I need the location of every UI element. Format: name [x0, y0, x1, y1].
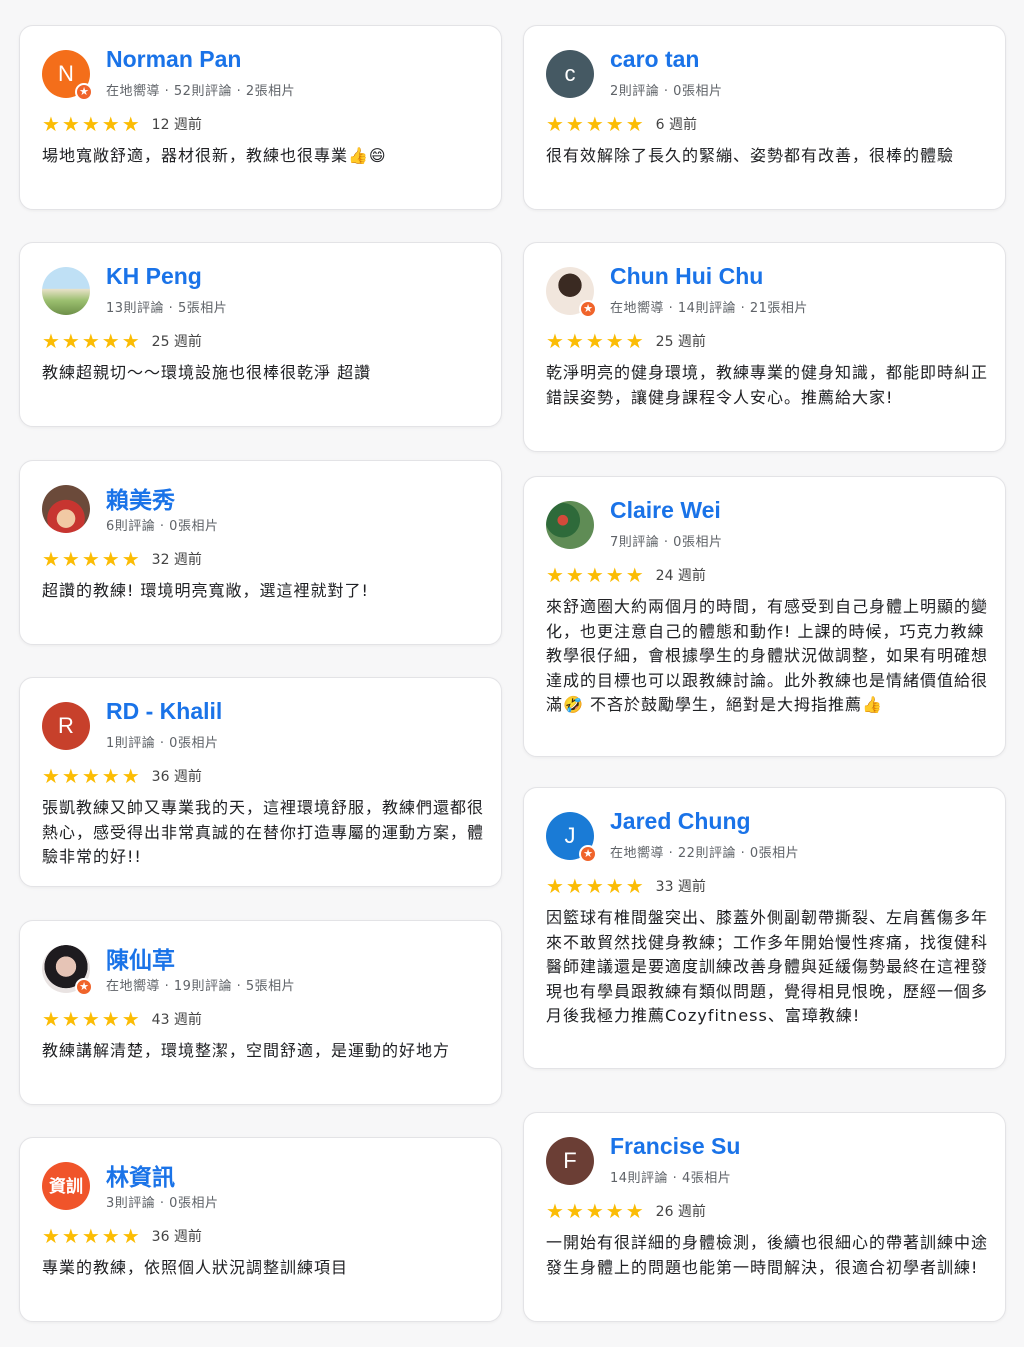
avatar-initial: N — [58, 61, 74, 86]
review-text: 因籃球有椎間盤突出、膝蓋外側副韌帶撕裂、左肩舊傷多年來不敢貿然找健身教練；工作多… — [546, 908, 989, 1025]
reviewer-name[interactable]: Francise Su — [610, 1133, 740, 1160]
review-card: J ★ Jared Chung 在地嚮導 · 22則評論 · 0張相片 ★★★★… — [523, 787, 1006, 1069]
reviewer-meta: 在地嚮導 · 22則評論 · 0張相片 — [610, 846, 800, 861]
reviewer-meta: 1則評論 · 0張相片 — [106, 736, 219, 751]
review-time: 6 週前 — [655, 117, 698, 133]
review-text: 一開始有很詳細的身體檢測，後續也很細心的帶著訓練中途發生身體上的問題也能第一時間… — [546, 1233, 989, 1277]
reviewer-name[interactable]: Norman Pan — [106, 46, 241, 73]
reviewer-name[interactable]: 陳仙草 — [106, 941, 175, 975]
review-time: 12 週前 — [151, 117, 202, 133]
reviewer-meta: 2則評論 · 0張相片 — [610, 84, 723, 99]
reviewer-name[interactable]: Jared Chung — [610, 808, 751, 835]
star-rating-icon: ★★★★★ — [546, 563, 646, 587]
rating-row: ★★★★★ 26 週前 — [546, 1199, 706, 1223]
reviewer-name[interactable]: 賴美秀 — [106, 481, 175, 515]
local-guide-badge-icon: ★ — [579, 845, 597, 863]
star-rating-icon: ★★★★★ — [42, 547, 142, 571]
review-time: 33 週前 — [655, 879, 706, 895]
reviewer-avatar[interactable]: N ★ — [42, 50, 93, 101]
reviewer-name[interactable]: caro tan — [610, 46, 699, 73]
avatar-initial: 資訓 — [49, 1176, 83, 1196]
star-rating-icon: ★★★★★ — [42, 1224, 142, 1248]
reviewer-avatar[interactable] — [546, 501, 594, 549]
rating-row: ★★★★★ 25 週前 — [42, 329, 202, 353]
review-time: 43 週前 — [151, 1012, 202, 1028]
review-text: 張凱教練又帥又專業我的天，這裡環境舒服，教練們還都很熱心，感受得出非常真誠的在替… — [42, 798, 485, 866]
rating-row: ★★★★★ 36 週前 — [42, 764, 202, 788]
review-text: 乾淨明亮的健身環境，教練專業的健身知識，都能即時糾正錯誤姿勢，讓健身課程令人安心… — [546, 363, 989, 407]
rating-row: ★★★★★ 12 週前 — [42, 112, 202, 136]
review-card: 資訓 林資訊 3則評論 · 0張相片 ★★★★★ 36 週前 專業的教練，依照個… — [19, 1137, 502, 1322]
review-time: 25 週前 — [151, 334, 202, 350]
reviewer-meta: 在地嚮導 · 52則評論 · 2張相片 — [106, 84, 296, 99]
review-card: N ★ Norman Pan 在地嚮導 · 52則評論 · 2張相片 ★★★★★… — [19, 25, 502, 210]
reviewer-avatar[interactable]: ★ — [546, 267, 597, 318]
review-text: 專業的教練，依照個人狀況調整訓練項目 — [42, 1258, 349, 1277]
review-time: 32 週前 — [151, 552, 202, 568]
rating-row: ★★★★★ 25 週前 — [546, 329, 706, 353]
rating-row: ★★★★★ 36 週前 — [42, 1224, 202, 1248]
star-rating-icon: ★★★★★ — [546, 874, 646, 898]
reviewer-meta: 6則評論 · 0張相片 — [106, 519, 219, 534]
reviewer-avatar[interactable]: ★ — [42, 945, 93, 996]
reviewer-avatar[interactable]: 資訓 — [42, 1162, 90, 1210]
reviewer-meta: 在地嚮導 · 19則評論 · 5張相片 — [106, 979, 296, 994]
reviewer-name[interactable]: Chun Hui Chu — [610, 263, 763, 290]
reviewer-name[interactable]: 林資訊 — [106, 1158, 175, 1192]
reviewer-meta: 14則評論 · 4張相片 — [610, 1171, 732, 1186]
review-time: 36 週前 — [151, 769, 202, 785]
reviewer-meta: 3則評論 · 0張相片 — [106, 1196, 219, 1211]
reviewer-meta: 13則評論 · 5張相片 — [106, 301, 228, 316]
star-rating-icon: ★★★★★ — [42, 764, 142, 788]
review-text: 教練超親切～～環境設施也很棒很乾淨 超讚 — [42, 363, 372, 382]
reviewer-meta: 7則評論 · 0張相片 — [610, 535, 723, 550]
review-time: 26 週前 — [655, 1204, 706, 1220]
rating-row: ★★★★★ 24 週前 — [546, 563, 706, 587]
star-rating-icon: ★★★★★ — [546, 329, 646, 353]
review-time: 36 週前 — [151, 1229, 202, 1245]
avatar-initial: c — [564, 61, 576, 86]
star-rating-icon: ★★★★★ — [42, 112, 142, 136]
review-card: ★ 陳仙草 在地嚮導 · 19則評論 · 5張相片 ★★★★★ 43 週前 教練… — [19, 920, 502, 1105]
review-text: 場地寬敞舒適，器材很新，教練也很專業👍😄 — [42, 146, 387, 165]
reviewer-name[interactable]: Claire Wei — [610, 497, 721, 524]
reviewer-name[interactable]: KH Peng — [106, 263, 202, 290]
local-guide-badge-icon: ★ — [75, 83, 93, 101]
review-text: 很有效解除了長久的緊繃、姿勢都有改善，很棒的體驗 — [546, 146, 955, 165]
reviewer-avatar[interactable]: R — [42, 702, 90, 750]
reviewer-avatar[interactable] — [42, 267, 90, 315]
star-rating-icon: ★★★★★ — [546, 1199, 646, 1223]
review-card: 賴美秀 6則評論 · 0張相片 ★★★★★ 32 週前 超讚的教練! 環境明亮寬… — [19, 460, 502, 645]
reviewer-meta: 在地嚮導 · 14則評論 · 21張相片 — [610, 301, 808, 316]
rating-row: ★★★★★ 33 週前 — [546, 874, 706, 898]
review-card: KH Peng 13則評論 · 5張相片 ★★★★★ 25 週前 教練超親切～～… — [19, 242, 502, 427]
reviewer-avatar[interactable]: J ★ — [546, 812, 597, 863]
rating-row: ★★★★★ 32 週前 — [42, 547, 202, 571]
rating-row: ★★★★★ 6 週前 — [546, 112, 697, 136]
review-card: F Francise Su 14則評論 · 4張相片 ★★★★★ 26 週前 一… — [523, 1112, 1006, 1322]
review-text: 來舒適圈大約兩個月的時間，有感受到自己身體上明顯的變化，也更注意自己的體態和動作… — [546, 597, 989, 714]
reviewer-avatar[interactable]: F — [546, 1137, 594, 1185]
avatar-initial: F — [563, 1148, 577, 1173]
star-rating-icon: ★★★★★ — [42, 1007, 142, 1031]
review-text: 教練講解清楚，環境整潔，空間舒適，是運動的好地方 — [42, 1041, 451, 1060]
avatar-initial: R — [58, 713, 74, 738]
rating-row: ★★★★★ 43 週前 — [42, 1007, 202, 1031]
star-rating-icon: ★★★★★ — [546, 112, 646, 136]
avatar-initial: J — [564, 823, 576, 848]
review-card: ★ Chun Hui Chu 在地嚮導 · 14則評論 · 21張相片 ★★★★… — [523, 242, 1006, 452]
review-card: Claire Wei 7則評論 · 0張相片 ★★★★★ 24 週前 來舒適圈大… — [523, 476, 1006, 757]
reviewer-avatar[interactable] — [42, 485, 90, 533]
reviewer-avatar[interactable]: c — [546, 50, 594, 98]
local-guide-badge-icon: ★ — [579, 300, 597, 318]
review-time: 25 週前 — [655, 334, 706, 350]
review-time: 24 週前 — [655, 568, 706, 584]
review-card: c caro tan 2則評論 · 0張相片 ★★★★★ 6 週前 很有效解除了… — [523, 25, 1006, 210]
review-card: R RD - Khalil 1則評論 · 0張相片 ★★★★★ 36 週前 張凱… — [19, 677, 502, 887]
local-guide-badge-icon: ★ — [75, 978, 93, 996]
reviewer-name[interactable]: RD - Khalil — [106, 698, 222, 725]
star-rating-icon: ★★★★★ — [42, 329, 142, 353]
review-text: 超讚的教練! 環境明亮寬敞，選這裡就對了! — [42, 581, 369, 600]
